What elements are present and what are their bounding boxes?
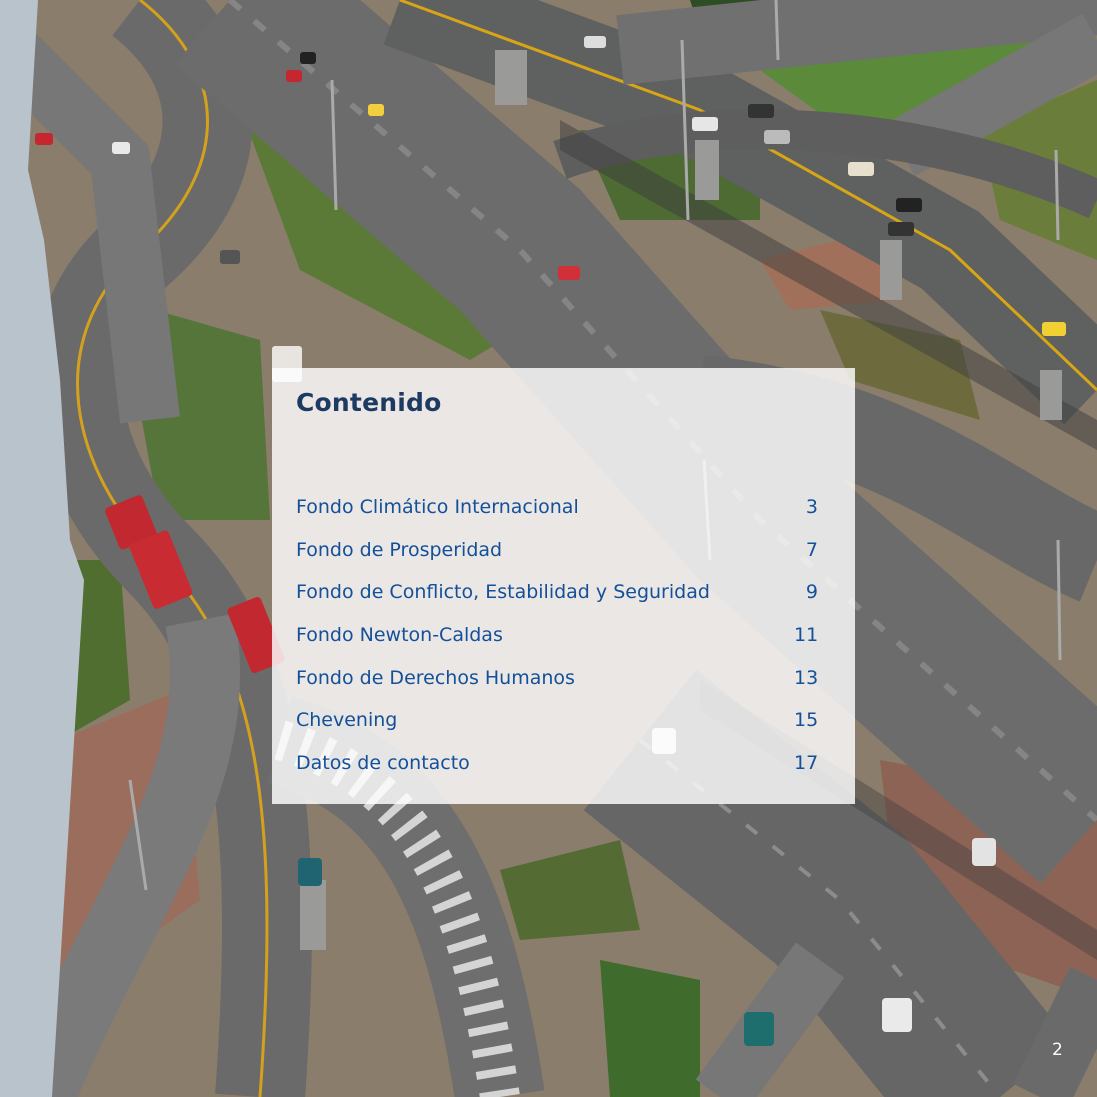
brochure-page: Contenido Fondo Climático Internacional … [0,0,1097,1097]
contents-list: Fondo Climático Internacional 3 Fondo de… [296,486,818,784]
entry-page-number: 13 [794,666,819,689]
entry-label: Datos de contacto [296,751,470,774]
entry-page-number: 9 [805,581,818,604]
entry-label: Fondo de Prosperidad [296,538,503,561]
entry-label: Fondo Newton-Caldas [296,624,503,647]
entry-label: Fondo Climático Internacional [296,496,579,519]
contents-entry-fondo-newton-caldas[interactable]: Fondo Newton-Caldas 11 [296,614,818,657]
contents-entry-datos-contacto[interactable]: Datos de contacto 17 [296,742,818,785]
entry-page-number: 3 [805,496,818,519]
contents-entry-fondo-conflicto[interactable]: Fondo de Conflicto, Estabilidad y Seguri… [296,571,818,614]
entry-page-number: 7 [805,538,818,561]
contents-entry-fondo-derechos-humanos[interactable]: Fondo de Derechos Humanos 13 [296,656,818,699]
contents-entry-fondo-prosperidad[interactable]: Fondo de Prosperidad 7 [296,529,818,572]
entry-page-number: 15 [794,709,819,732]
contents-title: Contenido [296,388,442,417]
contents-entry-chevening[interactable]: Chevening 15 [296,699,818,742]
contents-entry-fondo-climatico[interactable]: Fondo Climático Internacional 3 [296,486,818,529]
entry-label: Fondo de Derechos Humanos [296,666,575,689]
contents-panel: Contenido Fondo Climático Internacional … [272,368,855,804]
side-band [0,0,84,1097]
entry-page-number: 17 [794,751,819,774]
entry-page-number: 11 [794,624,819,647]
entry-label: Chevening [296,709,398,732]
page-number: 2 [1052,1040,1063,1060]
entry-label: Fondo de Conflicto, Estabilidad y Seguri… [296,581,710,604]
